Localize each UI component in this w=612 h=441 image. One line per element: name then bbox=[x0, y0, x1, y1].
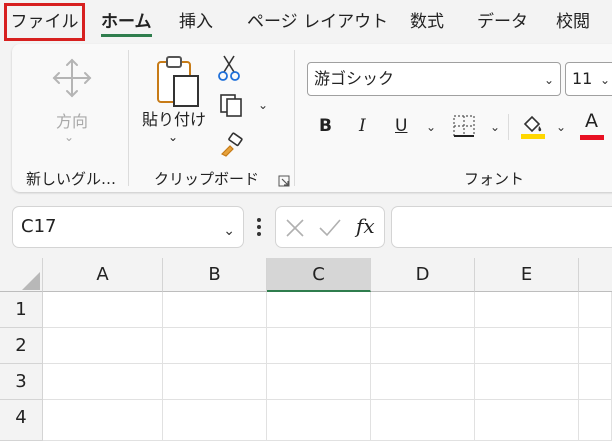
group-label-new: 新しいグル… bbox=[26, 170, 117, 188]
cancel-icon[interactable] bbox=[284, 217, 306, 239]
grid-cell[interactable] bbox=[475, 400, 579, 441]
underline-chevron-icon[interactable]: ⌄ bbox=[426, 120, 436, 134]
font-color-swatch bbox=[580, 135, 604, 140]
grid-cell[interactable] bbox=[579, 364, 612, 400]
grid-cell[interactable] bbox=[43, 292, 163, 328]
column-header-partial[interactable] bbox=[579, 258, 612, 292]
borders-icon bbox=[453, 115, 475, 137]
move-arrows-icon bbox=[52, 58, 92, 98]
font-size-select[interactable]: 11 ⌄ bbox=[565, 62, 612, 96]
grid-cell[interactable] bbox=[267, 400, 371, 441]
paste-label: 貼り付け bbox=[142, 110, 207, 129]
tab-file[interactable]: ファイル bbox=[4, 3, 85, 41]
tab-data[interactable]: データ bbox=[477, 0, 528, 44]
borders-chevron-icon[interactable]: ⌄ bbox=[490, 120, 500, 134]
row-header-4[interactable]: 4 bbox=[0, 400, 43, 441]
ribbon-panel: 方向 ⌄ 新しいグル… 貼り付け ⌄ ⌄ クリップボード 游ゴシック ⌄ 11 … bbox=[12, 44, 612, 192]
cut-button[interactable] bbox=[218, 54, 240, 86]
excel-window: ファイル ホーム 挿入 ページ レイアウト 数式 データ 校閲 方向 ⌄ 新しい… bbox=[0, 0, 612, 441]
group-divider bbox=[128, 50, 129, 186]
tab-review[interactable]: 校閲 bbox=[556, 0, 590, 44]
column-header-d[interactable]: D bbox=[371, 258, 475, 292]
grid-cell[interactable] bbox=[267, 328, 371, 364]
grid-cell[interactable] bbox=[579, 400, 612, 441]
direction-chevron-icon: ⌄ bbox=[64, 130, 75, 144]
fill-bucket-icon bbox=[521, 115, 545, 139]
direction-button[interactable] bbox=[48, 54, 96, 102]
select-all-button[interactable] bbox=[0, 258, 43, 292]
row-header-1[interactable]: 1 bbox=[0, 292, 43, 328]
grid-cell[interactable] bbox=[371, 400, 475, 441]
format-painter-icon bbox=[220, 132, 243, 157]
column-header-e[interactable]: E bbox=[475, 258, 579, 292]
font-size-value: 11 bbox=[572, 69, 593, 88]
tab-home[interactable]: ホーム bbox=[101, 0, 152, 44]
grid-cell[interactable] bbox=[475, 292, 579, 328]
chevron-down-icon: ⌄ bbox=[600, 73, 611, 87]
enter-check-icon[interactable] bbox=[318, 217, 342, 239]
scissors-icon bbox=[218, 55, 240, 81]
active-tab-underline bbox=[101, 34, 152, 37]
column-header-c[interactable]: C bbox=[267, 258, 371, 292]
grid-cell[interactable] bbox=[163, 400, 267, 441]
font-name-value: 游ゴシック bbox=[314, 69, 395, 88]
tab-insert[interactable]: 挿入 bbox=[179, 0, 213, 44]
chevron-down-icon: ⌄ bbox=[223, 223, 235, 239]
grid-cell[interactable] bbox=[579, 328, 612, 364]
format-painter-button[interactable] bbox=[218, 132, 244, 162]
copy-chevron-icon[interactable]: ⌄ bbox=[258, 98, 268, 112]
fill-chevron-icon[interactable]: ⌄ bbox=[556, 120, 566, 134]
copy-icon bbox=[220, 94, 242, 117]
name-box-value: C17 bbox=[21, 216, 57, 237]
insert-function-button[interactable]: fx bbox=[356, 214, 375, 238]
font-name-select[interactable]: 游ゴシック ⌄ bbox=[307, 62, 561, 96]
copy-button[interactable] bbox=[218, 92, 244, 122]
clipboard-launcher-icon[interactable] bbox=[278, 172, 290, 191]
worksheet-grid: A B C D E 1 2 3 4 bbox=[0, 258, 612, 441]
group-label-clipboard: クリップボード bbox=[154, 170, 260, 188]
row-header-3[interactable]: 3 bbox=[0, 364, 43, 400]
formula-buttons: fx bbox=[275, 206, 385, 248]
grid-cell[interactable] bbox=[43, 364, 163, 400]
clipboard-icon bbox=[157, 56, 199, 107]
bold-button[interactable]: B bbox=[319, 116, 332, 136]
grid-cell[interactable] bbox=[371, 292, 475, 328]
italic-button[interactable]: I bbox=[359, 116, 366, 136]
more-options-icon[interactable] bbox=[255, 212, 263, 246]
column-header-b[interactable]: B bbox=[163, 258, 267, 292]
grid-cell[interactable] bbox=[267, 292, 371, 328]
column-header-a[interactable]: A bbox=[43, 258, 163, 292]
font-color-button[interactable]: A bbox=[580, 110, 604, 140]
tab-formulas[interactable]: 数式 bbox=[410, 0, 444, 44]
chevron-down-icon: ⌄ bbox=[543, 73, 554, 87]
divider bbox=[508, 114, 509, 140]
grid-cell[interactable] bbox=[579, 292, 612, 328]
ribbon-tab-bar: ファイル ホーム 挿入 ページ レイアウト 数式 データ 校閲 bbox=[0, 0, 612, 44]
grid-cell[interactable] bbox=[163, 292, 267, 328]
grid-cell[interactable] bbox=[475, 328, 579, 364]
group-divider bbox=[294, 50, 295, 186]
grid-cell[interactable] bbox=[475, 364, 579, 400]
formula-input[interactable] bbox=[391, 206, 612, 248]
tab-page-layout[interactable]: ページ レイアウト bbox=[247, 0, 388, 44]
grid-cell[interactable] bbox=[43, 400, 163, 441]
grid-cell[interactable] bbox=[163, 328, 267, 364]
font-color-glyph: A bbox=[585, 110, 598, 132]
group-label-font: フォント bbox=[464, 170, 525, 188]
grid-cell[interactable] bbox=[371, 328, 475, 364]
grid-cell[interactable] bbox=[371, 364, 475, 400]
fill-color-button[interactable] bbox=[520, 112, 546, 144]
underline-button[interactable]: U bbox=[395, 116, 407, 136]
grid-cell[interactable] bbox=[43, 328, 163, 364]
paste-chevron-icon[interactable]: ⌄ bbox=[168, 130, 178, 144]
borders-button[interactable] bbox=[452, 114, 476, 142]
grid-cell[interactable] bbox=[163, 364, 267, 400]
grid-cell[interactable] bbox=[267, 364, 371, 400]
paste-button[interactable] bbox=[152, 54, 202, 108]
row-header-2[interactable]: 2 bbox=[0, 328, 43, 364]
name-box[interactable]: C17 ⌄ bbox=[12, 206, 244, 248]
direction-label: 方向 bbox=[56, 112, 89, 131]
